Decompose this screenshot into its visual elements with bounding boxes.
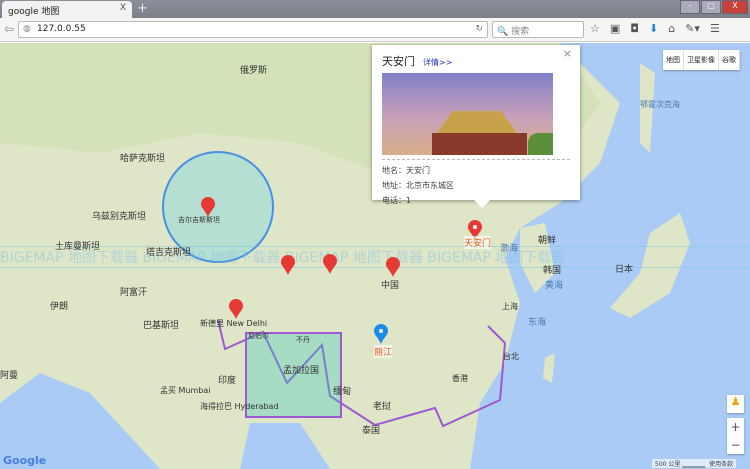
red-marker-icon[interactable]	[386, 257, 400, 277]
map-label: 中国	[381, 281, 400, 291]
map-type-google[interactable]: 谷歌	[719, 50, 740, 70]
map-label: 黄海	[545, 281, 564, 291]
map-label: 新德里 New Delhi	[200, 319, 268, 328]
pegman-icon[interactable]: ♟	[727, 395, 744, 413]
map-label: 俄罗斯	[240, 66, 268, 76]
clipboard-icon[interactable]: ▣	[610, 22, 620, 35]
tab-close-button[interactable]: X	[120, 3, 126, 13]
scale-bar: 500 公里 ▁▁▁▁▁ 使用条款	[652, 459, 737, 468]
popup-close-button[interactable]: ×	[563, 47, 572, 60]
zoom-out-button[interactable]: −	[727, 436, 744, 454]
new-tab-button[interactable]: +	[137, 1, 148, 16]
bay-bengal	[240, 423, 330, 469]
info-window: 天安门 详情>> × 地名：天安门 地址：北京市东城区 电话：1	[372, 45, 580, 208]
back-icon[interactable]: ⇦	[4, 22, 14, 36]
popup-title: 天安门	[382, 55, 415, 68]
map-label: 乌兹别克斯坦	[92, 212, 147, 222]
bookmark-star-icon[interactable]: ☆	[590, 22, 600, 35]
map-label: 东海	[528, 318, 547, 328]
pocket-icon[interactable]: ◘	[630, 22, 639, 35]
map-label: 印度	[218, 376, 237, 386]
map-label: 阿曼	[0, 371, 19, 381]
map-label: 上海	[502, 302, 518, 311]
popup-name: 地名：天安门	[382, 166, 430, 175]
tab-google-map[interactable]: google 地图 X	[2, 1, 132, 18]
extension-icon[interactable]: ✎▾	[685, 22, 700, 35]
terms-link[interactable]: 使用条款	[709, 461, 733, 468]
map-label: 鄂霍次克海	[640, 100, 680, 109]
map-label: 哈萨克斯坦	[120, 154, 166, 164]
map-label: 韩国	[543, 266, 562, 276]
search-placeholder: 搜索	[511, 27, 530, 37]
map-type-map[interactable]: 地图	[663, 50, 684, 70]
url-bar[interactable]: ◍ 127.0.0.55 ↻	[18, 21, 488, 38]
search-input[interactable]: 🔍 搜索	[492, 21, 584, 38]
popup-phone: 电话：1	[382, 196, 412, 205]
red-marker-icon[interactable]	[201, 197, 215, 217]
zoom-in-button[interactable]: +	[727, 418, 744, 436]
map-label: 香港	[452, 374, 468, 383]
map-label: 阿富汗	[120, 288, 148, 298]
minimize-button[interactable]: -	[680, 0, 700, 14]
tab-bar: google 地图 X + - □ X	[0, 0, 750, 18]
map-canvas[interactable]: BIGEMAP 地图下载器 BIGEMAP 地图下载器 BIGEMAP 地图下载…	[0, 43, 750, 469]
details-link[interactable]: 详情>>	[423, 58, 452, 67]
url-text: 127.0.0.55	[37, 24, 86, 34]
close-window-button[interactable]: X	[722, 0, 748, 14]
map-label: 朝鲜	[538, 236, 557, 246]
map-label: 伊朗	[50, 302, 69, 312]
home-icon[interactable]: ⌂	[668, 22, 675, 35]
map-label: 缅甸	[333, 387, 352, 397]
map-label: 日本	[615, 265, 634, 275]
map-label: 土库曼斯坦	[55, 242, 101, 252]
map-type-satellite[interactable]: 卫星影像	[684, 50, 719, 70]
map-label: 塔吉克斯坦	[146, 248, 192, 258]
google-logo[interactable]: Google	[3, 454, 46, 467]
red-marker-icon[interactable]	[323, 254, 337, 274]
map-label: 巴基斯坦	[143, 321, 180, 331]
watermark: BIGEMAP 地图下载器 BIGEMAP 地图下载器 BIGEMAP 地图下载…	[0, 246, 750, 268]
map-label: 孟加拉国	[283, 366, 320, 376]
map-label: 海得拉巴 Hyderabad	[200, 402, 279, 411]
reload-icon[interactable]: ↻	[475, 24, 483, 34]
map-label: 尼泊尔	[248, 332, 269, 340]
map-label: 台北	[503, 352, 519, 361]
map-label: 渤海	[500, 244, 519, 254]
map-type-control: 地图 卫星影像 谷歌	[663, 50, 740, 70]
tab-title: google 地图	[8, 7, 60, 17]
nav-bar: ⇦ ◍ 127.0.0.55 ↻ 🔍 搜索 ☆ ▣ ◘ ⬇ ⌂ ✎▾ ☰	[0, 18, 750, 42]
menu-icon[interactable]: ☰	[710, 22, 720, 35]
map-label: 泰国	[362, 426, 381, 436]
map-label: 孟买 Mumbai	[160, 386, 211, 395]
marker-label-beijing: 天安门	[464, 236, 492, 249]
map-label: 不丹	[296, 336, 310, 344]
popup-address: 地址：北京市东城区	[382, 181, 454, 190]
blue-marker-icon[interactable]	[374, 323, 388, 345]
red-marker-icon[interactable]	[281, 255, 295, 275]
map-label: 老挝	[373, 402, 392, 412]
tiananmen-photo	[382, 73, 553, 155]
globe-icon: ◍	[23, 24, 31, 34]
marker-label-lijiang: 丽江	[374, 345, 393, 358]
red-marker-icon[interactable]	[229, 299, 243, 319]
scale-text: 500 公里	[655, 461, 681, 468]
download-icon[interactable]: ⬇	[649, 22, 658, 35]
maximize-button[interactable]: □	[701, 0, 721, 14]
zoom-control: + −	[727, 418, 744, 454]
